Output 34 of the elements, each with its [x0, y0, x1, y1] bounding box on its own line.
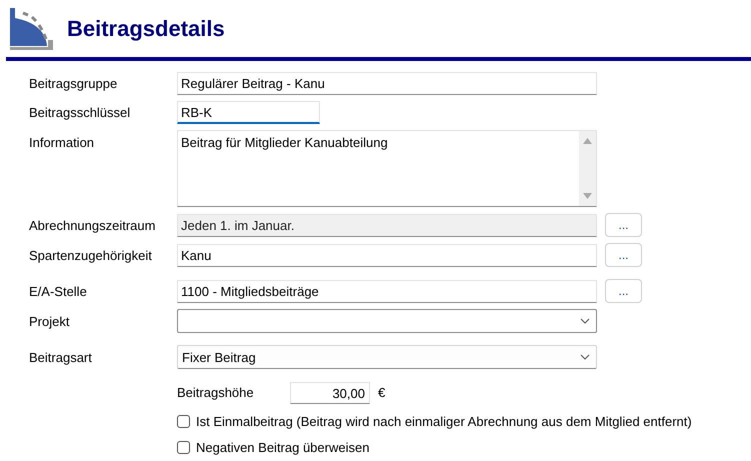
browse-button[interactable]: ... — [605, 279, 642, 303]
chevron-down-icon — [580, 318, 590, 324]
input-field[interactable]: Regulärer Beitrag - Kanu — [177, 72, 597, 95]
checkbox[interactable] — [177, 415, 190, 428]
checkbox-label[interactable]: Ist Einmalbeitrag (Beitrag wird nach einmaliger Abrechnung aus dem Mitglied entfernt) — [196, 414, 692, 429]
field-label: Abrechnungszeitraum — [29, 218, 156, 232]
field-label: Beitragsgruppe — [29, 76, 118, 91]
scroll-down-icon[interactable] — [583, 193, 592, 199]
dropdown[interactable] — [177, 309, 597, 333]
field-label: Beitragsart — [29, 350, 93, 364]
text-value: Beitrag für Mitglieder Kanuabteilung — [180, 134, 389, 152]
checkbox[interactable] — [177, 441, 190, 454]
text-area[interactable]: Beitrag für Mitglieder Kanuabteilung — [177, 130, 597, 207]
checkbox-label[interactable]: Negativen Beitrag überweisen — [196, 440, 370, 455]
field-label: Beitragshöhe — [177, 385, 255, 400]
chevron-down-icon — [580, 354, 590, 360]
input-field[interactable]: Kanu — [177, 244, 597, 266]
scroll-up-icon[interactable] — [583, 138, 592, 144]
field-label: Information — [29, 135, 96, 150]
browse-button[interactable]: ... — [605, 243, 642, 267]
field-label: Spartenzugehörigkeit — [29, 248, 153, 262]
input-field[interactable]: Jeden 1. im Januar. — [177, 214, 597, 236]
dropdown-value: Fixer Beitrag — [182, 350, 256, 364]
field-label: E/A-Stelle — [29, 284, 88, 298]
input-field[interactable]: 1100 - Mitgliedsbeiträge — [177, 280, 597, 302]
amount-field[interactable]: 30,00 — [290, 382, 370, 404]
currency-unit: € — [378, 385, 386, 400]
scrollbar[interactable] — [579, 131, 596, 206]
field-label: Projekt — [29, 314, 70, 328]
input-field[interactable]: RB-K — [177, 101, 320, 124]
dropdown[interactable]: Fixer Beitrag — [177, 345, 597, 369]
page-title: Beitragsdetails — [67, 16, 225, 42]
browse-button[interactable]: ... — [605, 213, 642, 237]
field-label: Beitragsschlüssel — [29, 105, 132, 120]
